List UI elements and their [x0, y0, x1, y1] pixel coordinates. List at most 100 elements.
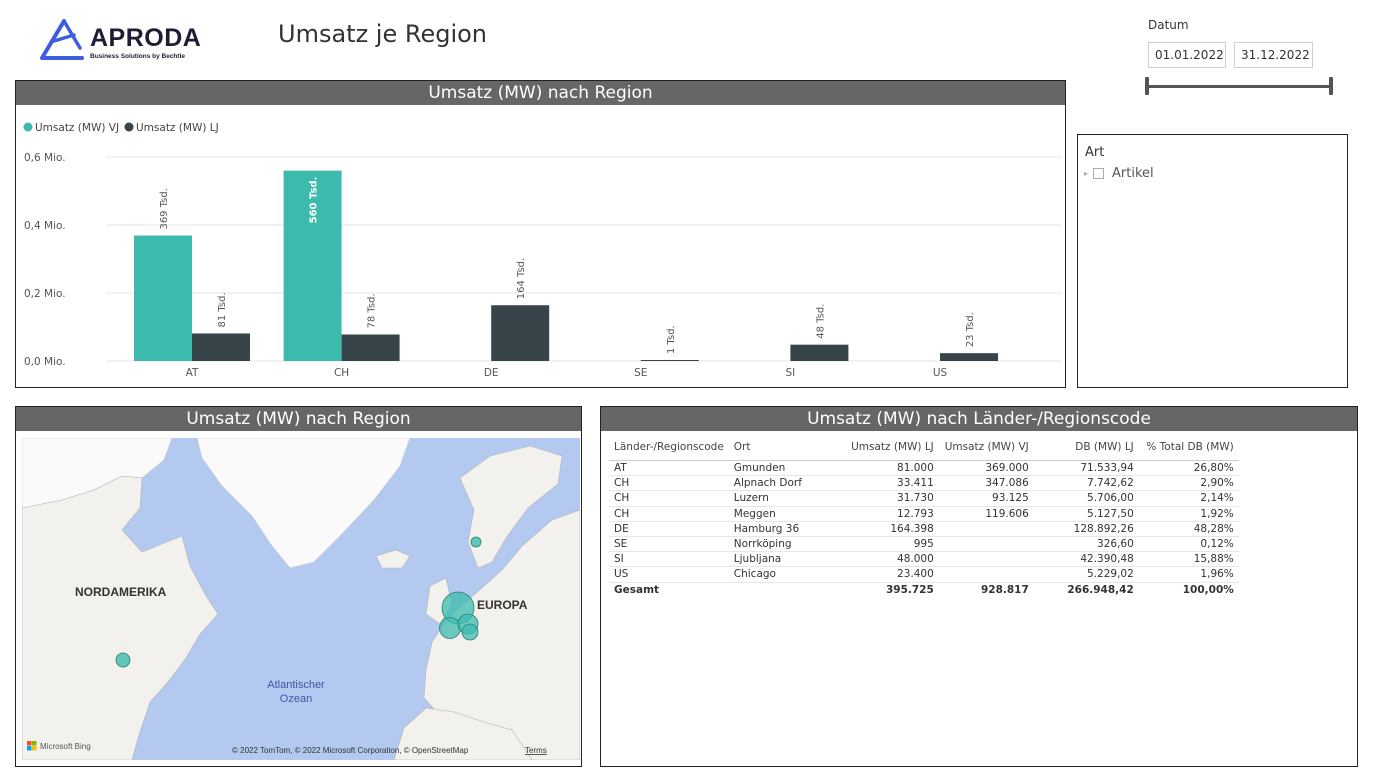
table-cell: CH [609, 490, 729, 507]
column-header[interactable]: DB (MW) LJ [1033, 439, 1139, 461]
table-cell: 5.229,02 [1033, 566, 1139, 583]
bubble-se[interactable] [470, 536, 482, 548]
art-slicer: Art ▸ Artikel [1077, 134, 1348, 388]
bar-si-series-2[interactable] [790, 344, 849, 361]
bubble-si[interactable] [461, 623, 479, 641]
bar-se-series-2[interactable] [640, 360, 699, 361]
x-tick-label: AT [186, 367, 199, 379]
expand-triangle-icon[interactable]: ▸ [1084, 169, 1088, 178]
table-cell: 5.127,50 [1033, 506, 1139, 522]
total-cell: 395.725 [843, 581, 939, 598]
total-cell: Gesamt [609, 581, 729, 598]
data-label: 164 Tsd. [516, 258, 527, 299]
bar-at-series-2[interactable] [192, 333, 250, 361]
slicer-item-artikel[interactable]: ▸ Artikel [1084, 166, 1154, 181]
page-title: Umsatz je Region [278, 20, 488, 48]
table-cell: 81.000 [843, 460, 939, 477]
column-header[interactable]: Umsatz (MW) LJ [843, 439, 939, 461]
data-label: 1 Tsd. [666, 325, 677, 354]
bar-ch-series-2[interactable] [341, 334, 400, 361]
table-cell: 42.390,48 [1033, 551, 1139, 568]
slicer-item-label: Artikel [1112, 166, 1154, 181]
table-cell: 164.398 [843, 521, 939, 537]
checkbox-icon[interactable] [1093, 168, 1105, 179]
table-cell: 347.086 [938, 475, 1034, 492]
date-from-input[interactable]: 01.01.2022 [1148, 42, 1226, 68]
table-row[interactable]: AT Gmunden 81.000 369.000 71.533,94 26,80% [609, 460, 1239, 477]
bubble-us[interactable] [115, 652, 131, 668]
map-terms-link[interactable]: Terms [525, 746, 547, 755]
x-tick-label: SI [786, 367, 796, 379]
table-cell: CH [609, 506, 729, 522]
map-view[interactable]: NORDAMERIKA EUROPA Atlantischer Ozean Mi… [22, 438, 580, 760]
bar-us-series-2[interactable] [940, 353, 998, 361]
table-cell: 1,96% [1138, 566, 1239, 583]
table-cell [938, 536, 1034, 553]
date-slider-track[interactable] [1146, 85, 1332, 88]
column-header[interactable]: Umsatz (MW) VJ [938, 439, 1034, 461]
table-cell [938, 551, 1034, 568]
table-row[interactable]: CH Alpnach Dorf 33.411 347.086 7.742,62 2,90% [609, 475, 1239, 492]
table-cell: 0,12% [1138, 536, 1239, 553]
table-cell: Meggen [728, 506, 844, 522]
column-header[interactable]: Länder-/Regionscode [609, 439, 729, 461]
table-cell: 326,60 [1033, 536, 1139, 553]
table-row[interactable]: SI Ljubljana 48.000 42.390,48 15,88% [609, 551, 1239, 568]
data-label: 78 Tsd. [367, 293, 378, 328]
legend-label[interactable]: Umsatz (MW) LJ [136, 122, 219, 134]
data-label: 81 Tsd. [217, 292, 228, 327]
region-table: Länder-/Regionscode Ort Umsatz (MW) LJ Umsa… [609, 439, 1239, 598]
table-cell: Gmunden [728, 460, 844, 477]
date-slider-end-handle[interactable] [1329, 77, 1333, 95]
table-header-row: Länder-/Regionscode Ort Umsatz (MW) LJ Umsa… [609, 439, 1239, 461]
table-cell: 128.892,26 [1033, 521, 1139, 537]
bar-de-series-2[interactable] [491, 305, 550, 361]
x-tick-label: DE [484, 367, 499, 379]
date-slider-start-handle[interactable] [1145, 77, 1149, 95]
total-cell [728, 581, 844, 598]
x-tick-label: SE [634, 367, 647, 379]
map-label-europe: EUROPA [477, 598, 528, 612]
table-cell: US [609, 566, 729, 583]
legend-marker[interactable] [23, 122, 33, 132]
legend-marker[interactable] [124, 122, 134, 132]
table-cell: SE [609, 536, 729, 553]
table-cell: 15,88% [1138, 551, 1239, 568]
table-cell: 5.706,00 [1033, 490, 1139, 507]
y-tick-label: 0,0 Mio. [24, 356, 66, 368]
table-cell: 995 [843, 536, 939, 553]
table-cell: Hamburg 36 [728, 521, 844, 537]
map-title: Umsatz (MW) nach Region [16, 407, 581, 431]
bubble-ch[interactable] [439, 617, 461, 639]
table-row[interactable]: CH Luzern 31.730 93.125 5.706,00 2,14% [609, 490, 1239, 507]
table-cell: 31.730 [843, 490, 939, 507]
date-to-input[interactable]: 31.12.2022 [1234, 42, 1313, 68]
y-tick-label: 0,4 Mio. [24, 220, 66, 232]
table-cell: Luzern [728, 490, 844, 507]
table-row[interactable]: CH Meggen 12.793 119.606 5.127,50 1,92% [609, 506, 1239, 522]
data-label: 560 Tsd. [309, 177, 320, 224]
column-header[interactable]: % Total DB (MW) [1138, 439, 1239, 461]
table-row[interactable]: SE Norrköping 995 326,60 0,12% [609, 536, 1239, 553]
table-cell: Ljubljana [728, 551, 844, 568]
data-label: 23 Tsd. [965, 312, 976, 347]
table-row[interactable]: DE Hamburg 36 164.398 128.892,26 48,28% [609, 521, 1239, 537]
date-filter-label: Datum [1148, 18, 1189, 32]
map-attribution: © 2022 TomTom, © 2022 Microsoft Corporat… [232, 746, 469, 755]
table-cell: 2,90% [1138, 475, 1239, 492]
legend-label[interactable]: Umsatz (MW) VJ [35, 122, 119, 134]
map-panel: Umsatz (MW) nach Region NORDAMERIKA EURO… [15, 406, 582, 767]
table-cell: 93.125 [938, 490, 1034, 507]
map-label-north-america: NORDAMERIKA [75, 585, 167, 599]
table-cell [938, 566, 1034, 583]
table-cell: 369.000 [938, 460, 1034, 477]
total-cell: 928.817 [938, 581, 1034, 598]
aproda-logo: APRODA Business Solutions by Bechtle [36, 18, 226, 66]
bar-at-series-1[interactable] [134, 235, 192, 361]
map-svg[interactable]: NORDAMERIKA EUROPA Atlantischer Ozean Mi… [22, 438, 580, 760]
table-row[interactable]: US Chicago 23.400 5.229,02 1,96% [609, 566, 1239, 583]
column-header[interactable]: Ort [728, 439, 844, 461]
data-label: 369 Tsd. [159, 188, 170, 229]
logo-tagline: Business Solutions by Bechtle [90, 53, 185, 60]
table-cell: Alpnach Dorf [728, 475, 844, 492]
